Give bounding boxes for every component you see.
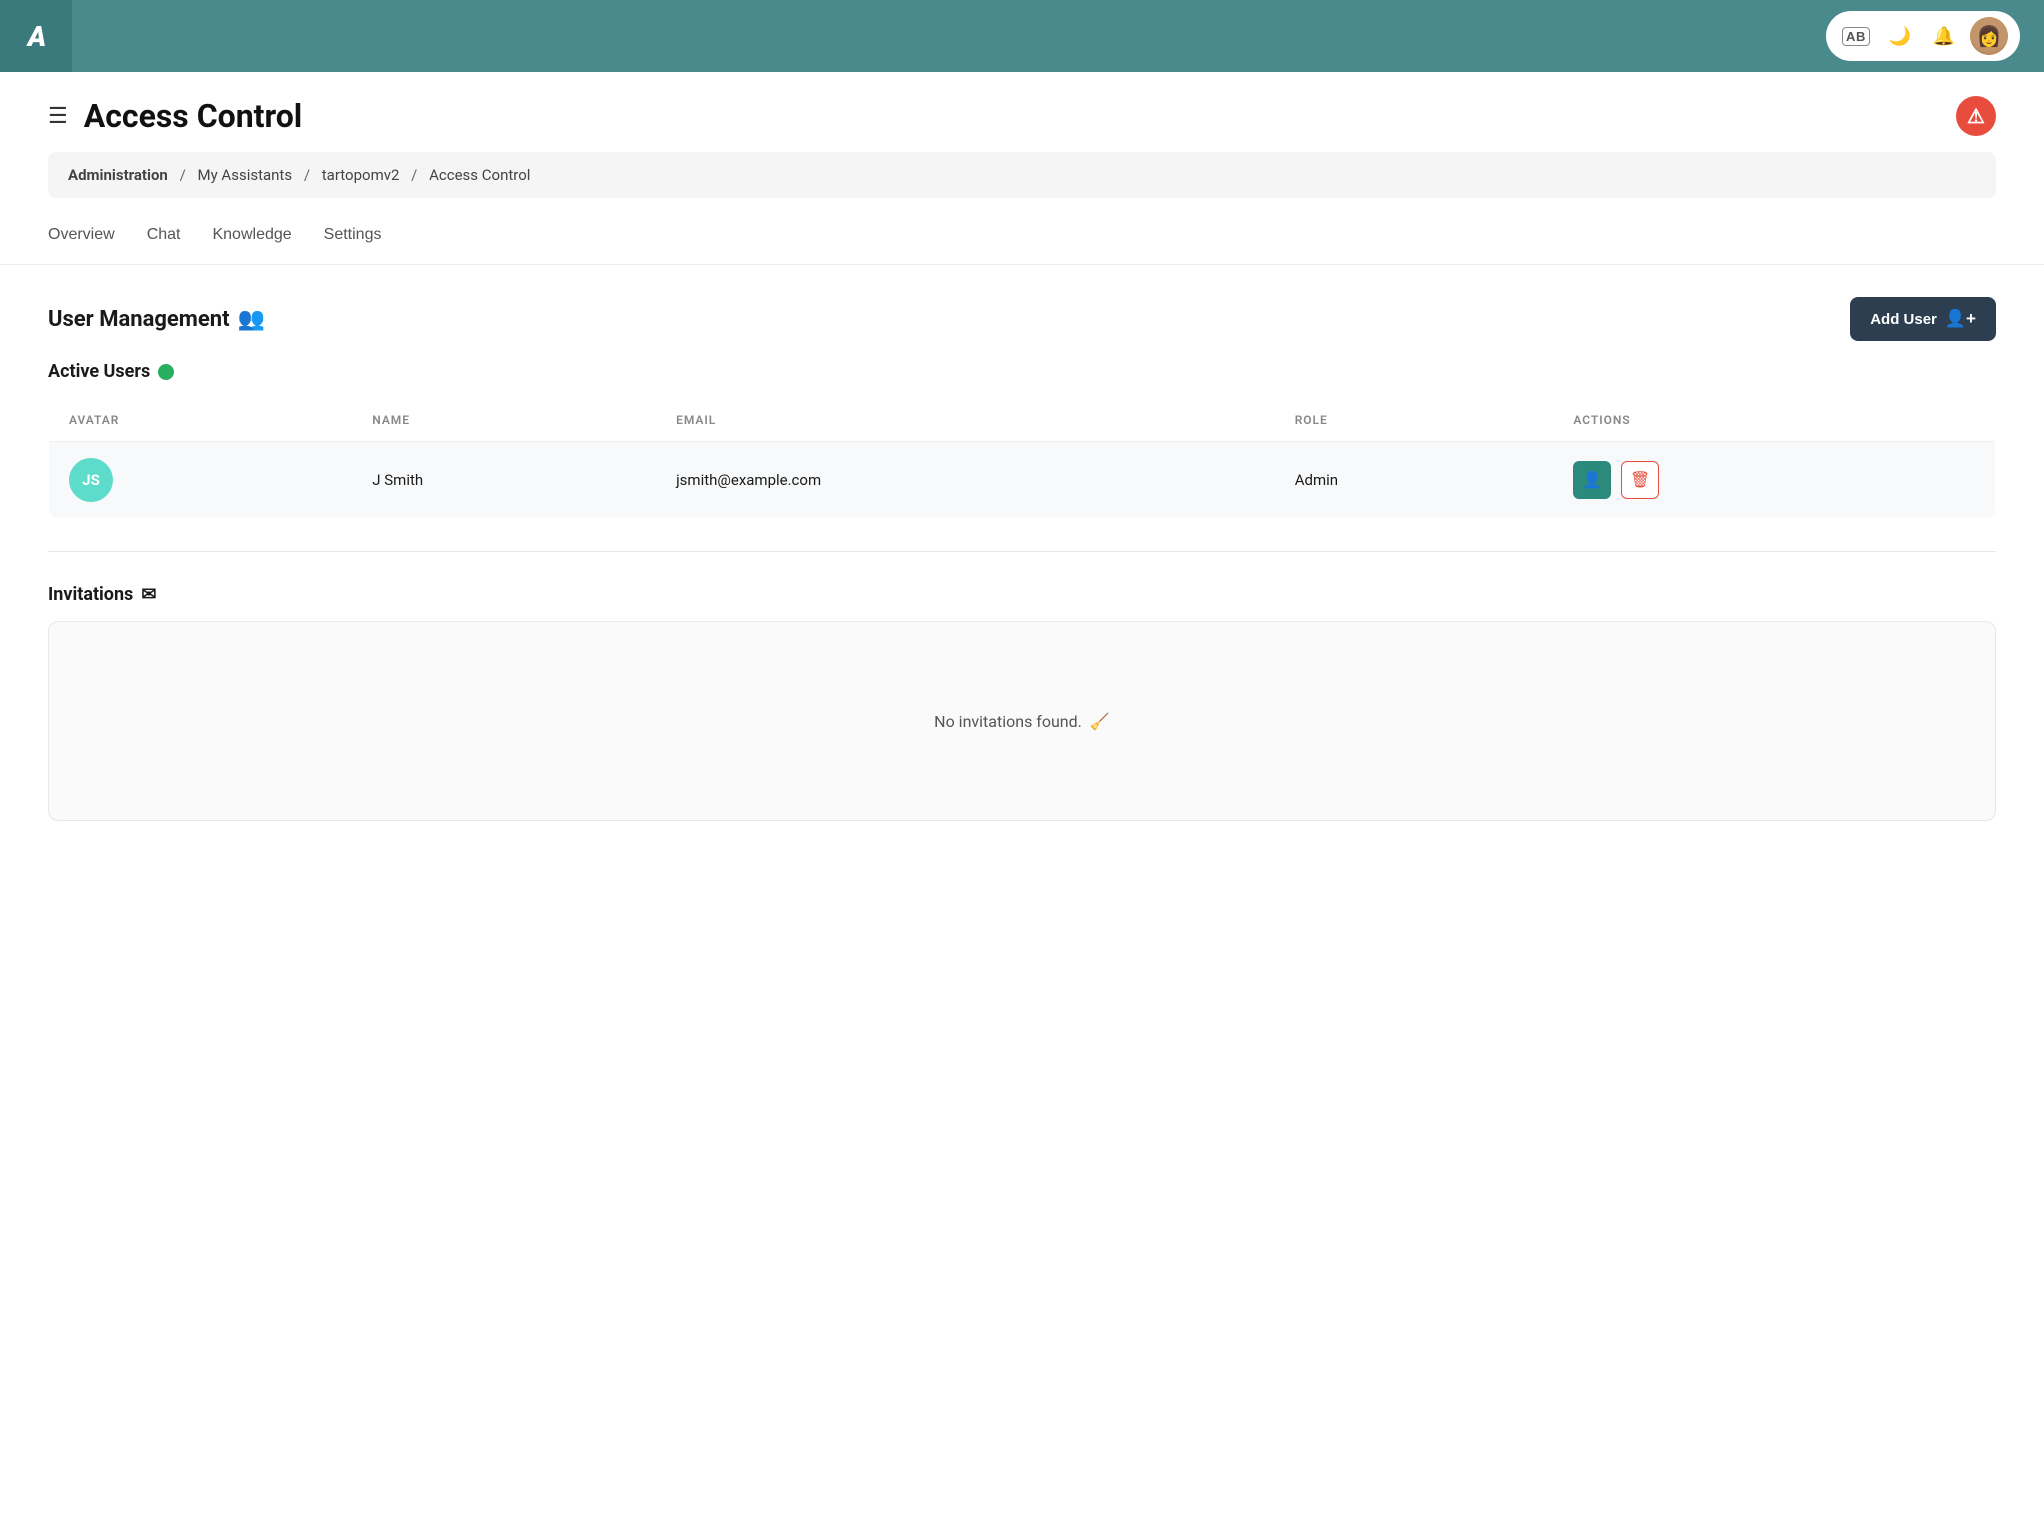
top-header: A AB 🌙 🔔 👩 (0, 0, 2044, 72)
table-row: JS J Smith jsmith@example.com Admin 👤 🗑 (49, 442, 1996, 519)
tab-settings[interactable]: Settings (324, 222, 382, 248)
no-invitations-emoji: 🧹 (1090, 712, 1110, 731)
add-user-label: Add User (1870, 311, 1937, 328)
breadcrumb-access-control[interactable]: Access Control (429, 166, 530, 184)
add-user-button[interactable]: Add User 👤+ (1850, 297, 1996, 341)
user-avatar-badge: JS (69, 458, 113, 502)
breadcrumb-admin[interactable]: Administration (68, 166, 168, 184)
tab-overview[interactable]: Overview (48, 222, 115, 248)
col-email: EMAIL (656, 399, 1275, 442)
content-area: User Management 👥 Add User 👤+ Active Use… (0, 273, 2044, 845)
col-avatar: AVATAR (49, 399, 353, 442)
logo-icon: A (28, 20, 45, 53)
col-role: ROLE (1275, 399, 1554, 442)
users-emoji: 👥 (238, 307, 265, 332)
section-divider (48, 551, 1996, 552)
col-actions: ACTIONS (1553, 399, 1995, 442)
active-users-title: Active Users (48, 361, 1996, 382)
user-avatar[interactable]: 👩 (1970, 17, 2008, 55)
tab-knowledge[interactable]: Knowledge (212, 222, 291, 248)
add-user-icon: 👤+ (1945, 309, 1976, 329)
tab-chat[interactable]: Chat (147, 222, 181, 248)
user-role-cell: Admin (1275, 442, 1554, 519)
delete-user-button[interactable]: 🗑 (1621, 461, 1659, 499)
logo-area[interactable]: A (0, 0, 72, 72)
users-table: AVATAR NAME EMAIL ROLE ACTIONS JS J Smit… (48, 398, 1996, 519)
user-management-header: User Management 👥 Add User 👤+ (48, 297, 1996, 341)
bell-icon: 🔔 (1933, 26, 1955, 47)
breadcrumb-tartopomv2[interactable]: tartopomv2 (322, 166, 400, 184)
edit-role-icon: 👤 (1582, 470, 1602, 490)
user-initials: JS (82, 471, 100, 489)
table-header-row: AVATAR NAME EMAIL ROLE ACTIONS (49, 399, 1996, 442)
user-avatar-cell: JS (49, 442, 353, 519)
user-email-cell: jsmith@example.com (656, 442, 1275, 519)
trash-icon: 🗑 (1630, 470, 1650, 490)
nav-tabs: Overview Chat Knowledge Settings (0, 214, 2044, 265)
header-right: AB 🌙 🔔 👩 (1826, 11, 2020, 61)
breadcrumb-my-assistants[interactable]: My Assistants (198, 166, 293, 184)
hamburger-icon[interactable]: ☰ (48, 104, 68, 129)
alert-icon: ⚠ (1967, 104, 1985, 128)
active-indicator (158, 364, 174, 380)
moon-icon: 🌙 (1889, 26, 1911, 47)
user-actions-cell: 👤 🗑 (1553, 442, 1995, 519)
page-header: ☰ Access Control ⚠ (0, 72, 2044, 152)
invitations-title: Invitations ✉ (48, 584, 1996, 605)
table-body: JS J Smith jsmith@example.com Admin 👤 🗑 (49, 442, 1996, 519)
table-head: AVATAR NAME EMAIL ROLE ACTIONS (49, 399, 1996, 442)
page-title: Access Control (84, 97, 303, 135)
col-name: NAME (352, 399, 656, 442)
breadcrumb: Administration / My Assistants / tartopo… (48, 152, 1996, 198)
edit-role-button[interactable]: 👤 (1573, 461, 1611, 499)
ab-button[interactable]: AB (1838, 18, 1874, 54)
user-management-title: User Management 👥 (48, 307, 265, 332)
no-invitations-message: No invitations found. 🧹 (934, 712, 1110, 731)
invitations-emoji: ✉ (141, 584, 156, 605)
avatar-face: 👩 (1970, 17, 2008, 55)
notification-button[interactable]: 🔔 (1926, 18, 1962, 54)
alert-badge[interactable]: ⚠ (1956, 96, 1996, 136)
user-name-cell: J Smith (352, 442, 656, 519)
main-layout: ☰ Access Control ⚠ Administration / My A… (0, 72, 2044, 1536)
page-header-left: ☰ Access Control (48, 97, 302, 135)
dark-mode-button[interactable]: 🌙 (1882, 18, 1918, 54)
ab-icon: AB (1842, 27, 1870, 46)
invitations-box: No invitations found. 🧹 (48, 621, 1996, 821)
